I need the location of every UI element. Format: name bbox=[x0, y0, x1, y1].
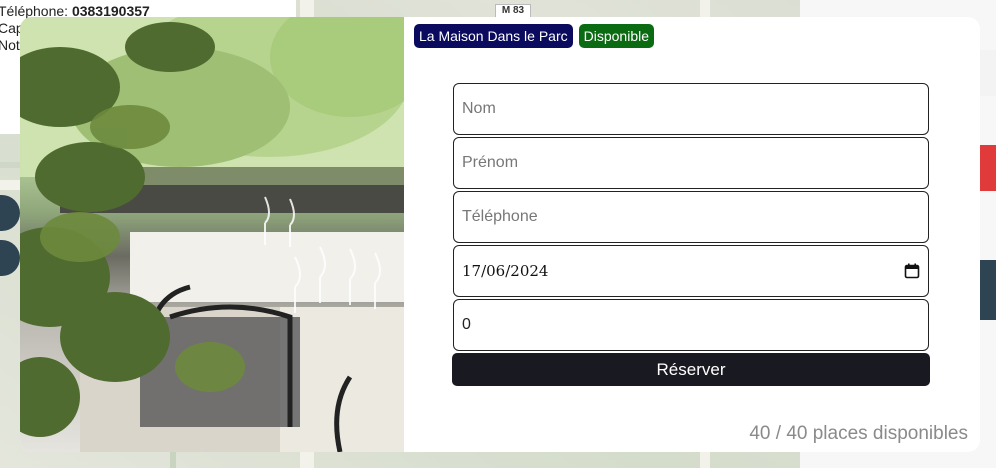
nom-input[interactable] bbox=[462, 100, 920, 118]
prenom-input[interactable] bbox=[462, 154, 920, 172]
guests-input[interactable] bbox=[462, 316, 920, 334]
reservation-panel: La Maison Dans le Parc Disponible 17/06/… bbox=[404, 17, 980, 452]
date-field[interactable]: 17/06/2024 bbox=[453, 245, 929, 297]
prenom-field[interactable] bbox=[453, 137, 929, 189]
guests-field[interactable] bbox=[453, 299, 929, 351]
telephone-input[interactable] bbox=[462, 208, 920, 226]
status-badge: Disponible bbox=[578, 24, 655, 48]
calendar-icon[interactable] bbox=[904, 263, 920, 279]
nom-field[interactable] bbox=[453, 83, 929, 135]
restaurant-name-badge: La Maison Dans le Parc bbox=[414, 24, 573, 48]
telephone-field[interactable] bbox=[453, 191, 929, 243]
restaurant-photo bbox=[20, 17, 404, 452]
reservation-modal: La Maison Dans le Parc Disponible 17/06/… bbox=[20, 17, 980, 452]
date-value[interactable]: 17/06/2024 bbox=[462, 262, 548, 280]
reserver-button[interactable]: Réserver bbox=[452, 353, 930, 386]
terrace-illustration bbox=[20, 17, 404, 452]
reservation-form: 17/06/2024 Réserver bbox=[452, 83, 932, 386]
availability-text: 40 / 40 places disponibles bbox=[749, 423, 968, 444]
badge-row: La Maison Dans le Parc Disponible bbox=[414, 24, 655, 48]
